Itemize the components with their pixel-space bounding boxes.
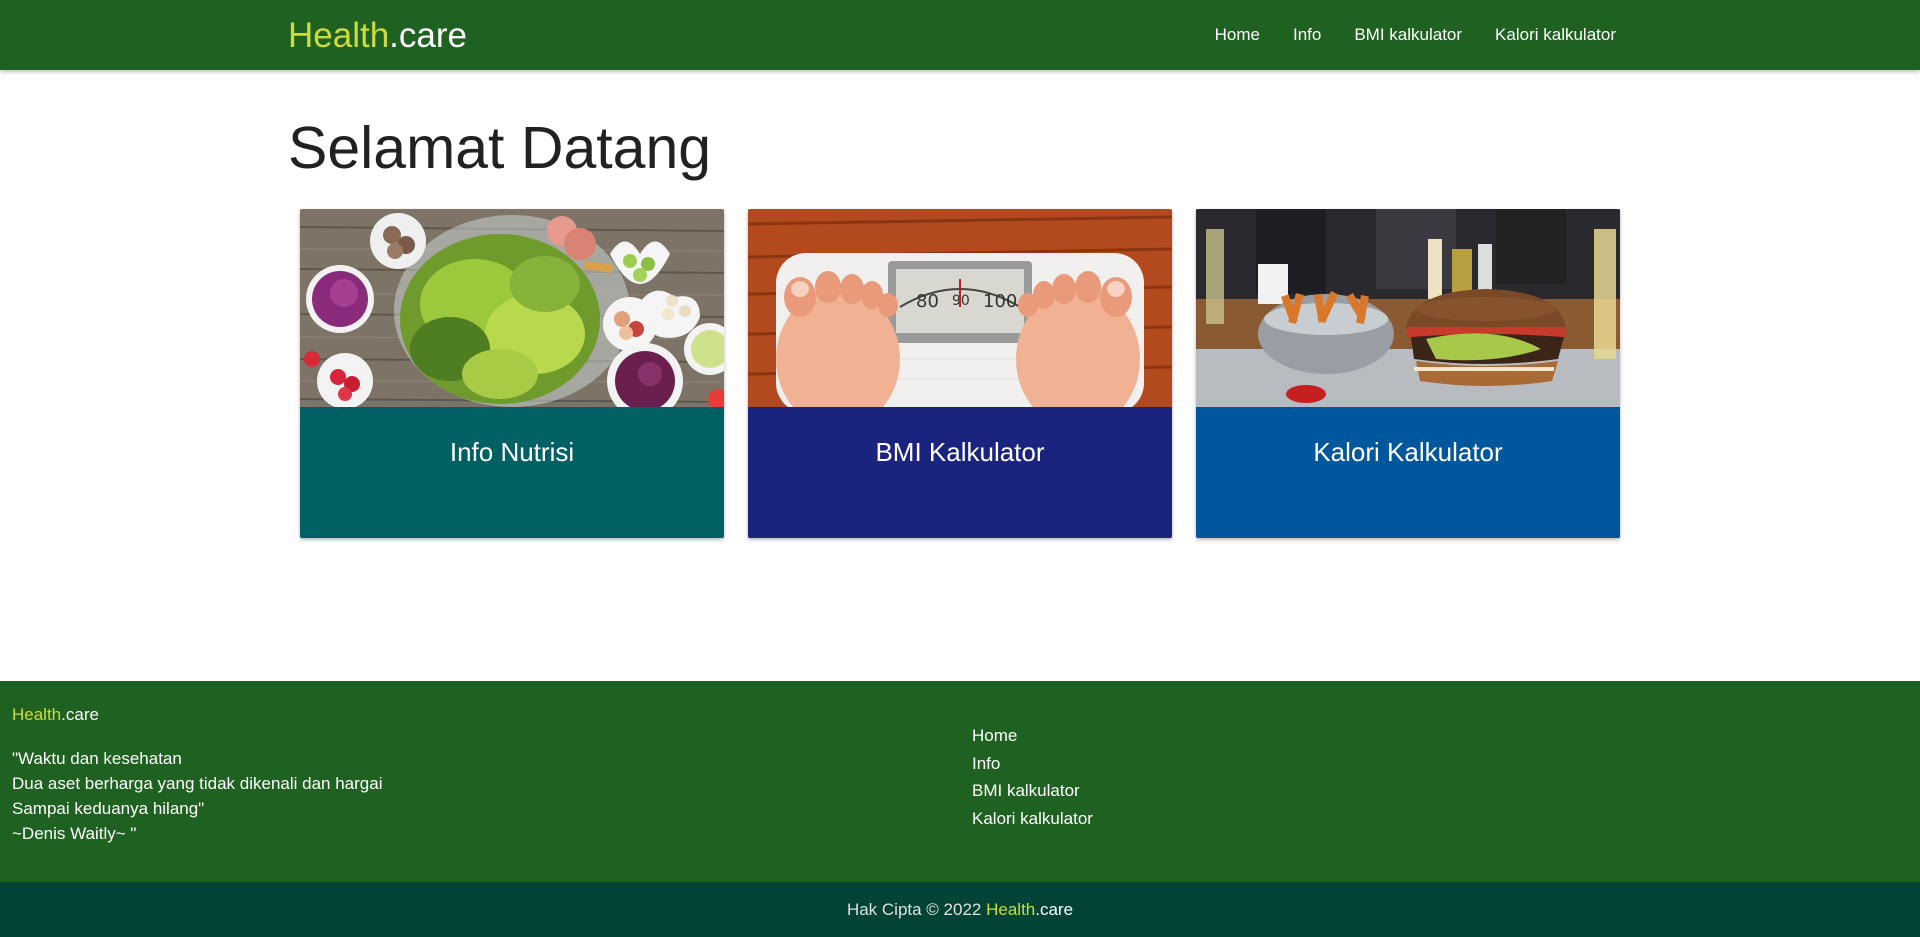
quote-line: Dua aset berharga yang tidak dikenali da…: [12, 774, 383, 793]
copyright-text: Hak Cipta © 2022: [846, 900, 982, 919]
nav-bmi-link[interactable]: BMI kalkulator: [1354, 25, 1462, 45]
footer-kalori-link[interactable]: Kalori kalkulator: [972, 805, 1093, 833]
card-body: Info Nutrisi: [300, 407, 724, 538]
card-title: Info Nutrisi: [449, 437, 575, 467]
brand-highlight: Health: [288, 16, 390, 55]
page-title: Selamat Datang: [288, 115, 712, 181]
card-title: BMI Kalkulator: [875, 437, 1045, 467]
salad-bowls-image: [300, 209, 724, 407]
feet-on-scale-image: 80 90 100: [748, 209, 1172, 407]
nav-kalori-link[interactable]: Kalori kalkulator: [1495, 25, 1616, 45]
footer-brand: Health.care: [12, 705, 99, 725]
nav-links: Home Info BMI kalkulator Kalori kalkulat…: [1182, 0, 1616, 70]
card-body: BMI Kalkulator: [748, 407, 1172, 538]
nav-home-link[interactable]: Home: [1215, 25, 1260, 45]
footer-brand-highlight: Health: [12, 705, 62, 724]
footer-brand-rest: .care: [61, 705, 99, 724]
card-info-nutrisi[interactable]: Info Nutrisi: [300, 209, 724, 538]
footer-info-link[interactable]: Info: [972, 750, 1093, 778]
svg-text:100: 100: [983, 291, 1017, 312]
quote-line: ~Denis Waitly~ ": [12, 824, 137, 843]
copyright-bar: Hak Cipta © 2022 Health.care: [0, 882, 1920, 937]
card-bmi-kalkulator[interactable]: 80 90 100: [748, 209, 1172, 538]
card-body: Kalori Kalkulator: [1196, 407, 1620, 538]
burger-fries-image: [1196, 209, 1620, 407]
card-kalori-kalkulator[interactable]: Kalori Kalkulator: [1196, 209, 1620, 538]
copyright-brand-highlight: Health: [986, 900, 1036, 919]
nav-info-link[interactable]: Info: [1293, 25, 1321, 45]
footer-home-link[interactable]: Home: [972, 722, 1093, 750]
footer-quote: "Waktu dan kesehatan Dua aset berharga y…: [12, 746, 382, 846]
copyright-brand-rest: .care: [1035, 900, 1074, 919]
navbar: Health.care Home Info BMI kalkulator Kal…: [0, 0, 1920, 70]
quote-line: "Waktu dan kesehatan: [12, 749, 182, 768]
footer: Health.care "Waktu dan kesehatan Dua ase…: [0, 681, 1920, 882]
brand-rest: .care: [389, 16, 467, 55]
quote-line: Sampai keduanya hilang": [12, 799, 205, 818]
svg-text:80: 80: [916, 291, 939, 312]
footer-bmi-link[interactable]: BMI kalkulator: [972, 777, 1093, 805]
footer-links: Home Info BMI kalkulator Kalori kalkulat…: [972, 722, 1093, 832]
card-title: Kalori Kalkulator: [1313, 437, 1503, 467]
brand-logo[interactable]: Health.care: [288, 14, 467, 58]
